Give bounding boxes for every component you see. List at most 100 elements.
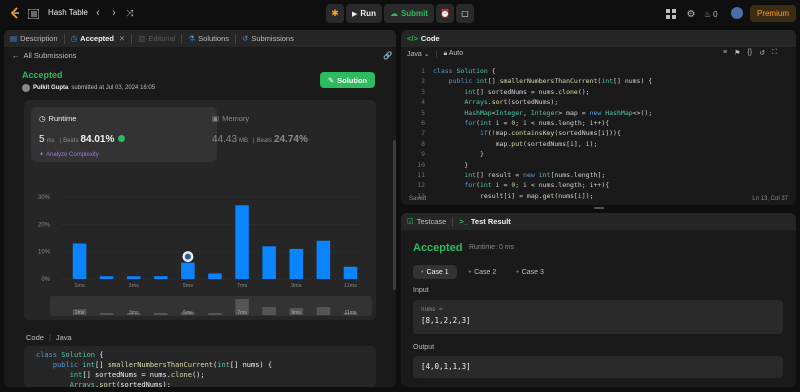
y-tick-label: 30% bbox=[38, 195, 51, 201]
code-line[interactable]: Arrays.sort(sortedNums); bbox=[36, 380, 364, 387]
mini-tick-label: 3ms bbox=[129, 310, 139, 316]
leetcode-logo-icon[interactable] bbox=[8, 6, 22, 20]
link-icon[interactable]: 🔗 bbox=[383, 51, 392, 60]
tab-code[interactable]: </> Code bbox=[401, 30, 446, 47]
output-label: Output bbox=[413, 344, 435, 351]
x-tick-label: 11ms bbox=[344, 283, 357, 289]
code-line[interactable]: int[] result = new int[nums.length]; bbox=[433, 170, 652, 180]
chart-bar bbox=[235, 205, 249, 279]
tab-label: Submissions bbox=[251, 34, 294, 43]
braces-icon[interactable]: {} bbox=[747, 49, 752, 57]
settings-icon[interactable]: ⚙ bbox=[685, 8, 697, 20]
code-line[interactable]: for(int i = 0; i < nums.length; i++){ bbox=[433, 118, 652, 128]
result-status: Accepted bbox=[413, 242, 463, 254]
cursor-position: Ln 13, Col 37 bbox=[752, 196, 788, 202]
code-line[interactable]: class Solution { bbox=[433, 66, 652, 76]
chevron-right-icon[interactable]: › bbox=[108, 7, 120, 19]
submit-button[interactable]: ☁ Submit bbox=[384, 4, 434, 23]
x-tick-label: 7ms bbox=[237, 283, 248, 289]
line-number: 9 bbox=[421, 150, 425, 159]
y-tick-label: 10% bbox=[38, 250, 51, 256]
x-tick-label: 9ms bbox=[291, 283, 302, 289]
description-icon: ▤ bbox=[10, 34, 18, 43]
code-line[interactable]: int[] sortedNums = nums.clone(); bbox=[433, 87, 652, 97]
bookmark-icon[interactable]: ⚑ bbox=[734, 49, 740, 57]
code-line[interactable]: result[i] = map.get(nums[i]); bbox=[433, 191, 652, 201]
resize-handle[interactable] bbox=[594, 207, 604, 209]
output-value: [4,0,1,1,3] bbox=[421, 362, 471, 371]
tab-testcase[interactable]: ☑ Testcase bbox=[401, 213, 452, 230]
tab-submissions[interactable]: ↺ Submissions bbox=[236, 30, 300, 47]
chart-bar bbox=[181, 262, 195, 279]
tab-solutions[interactable]: ⚗ Solutions bbox=[182, 30, 235, 47]
tab-accepted[interactable]: ◷ Accepted ✕ bbox=[65, 30, 132, 47]
code-line[interactable]: if(!map.containsKey(sortedNums[i])){ bbox=[433, 128, 652, 138]
line-number: 5 bbox=[421, 108, 425, 117]
auto-mode-toggle[interactable]: 🔒︎ Auto bbox=[443, 50, 463, 58]
chevron-left-icon[interactable]: ‹ bbox=[92, 7, 104, 19]
submitter-name[interactable]: Pulkit Gupta bbox=[33, 85, 68, 91]
notes-button[interactable]: ▢ bbox=[456, 4, 474, 23]
input-value: [8,1,2,2,3] bbox=[421, 316, 471, 325]
case-tab-1[interactable]: • Case 1 bbox=[413, 265, 457, 279]
x-tick-label: 1ms bbox=[74, 283, 85, 289]
code-line[interactable]: Arrays.sort(sortedNums); bbox=[433, 97, 652, 107]
run-button[interactable]: ▶ Run bbox=[346, 4, 382, 23]
code-line[interactable]: } bbox=[433, 160, 652, 170]
language-select[interactable]: Java ⌄ bbox=[407, 50, 430, 58]
problem-list-icon[interactable] bbox=[26, 7, 40, 21]
case-tab-3[interactable]: • Case 3 bbox=[508, 265, 552, 279]
code-line[interactable]: public int[] smallerNumbersThanCurrent(i… bbox=[36, 360, 364, 370]
code-editor-panel: </> Code Java ⌄ | 🔒︎ Auto ≡ ⚑ {} ↺ ⛶ 123… bbox=[401, 30, 796, 205]
submitted-code-block[interactable]: class Solution { public int[] smallerNum… bbox=[24, 346, 376, 387]
tab-label: Code bbox=[420, 34, 440, 43]
close-icon[interactable]: ✕ bbox=[119, 34, 125, 43]
chart-bar bbox=[343, 266, 358, 279]
tab-description[interactable]: ▤ Description bbox=[4, 30, 64, 47]
tab-test-result[interactable]: >_ Test Result bbox=[453, 213, 516, 230]
reset-icon[interactable]: ↺ bbox=[759, 49, 765, 57]
case-label: Case 3 bbox=[521, 268, 544, 276]
case-tab-2[interactable]: • Case 2 bbox=[461, 265, 505, 279]
code-editor[interactable]: 1 2 3 4 5 6 7 8 9 10 11 12 13 class Solution { publi… bbox=[401, 62, 796, 200]
terminal-icon: >_ bbox=[459, 217, 468, 226]
left-tab-bar: ▤ Description ◷ Accepted ✕ ▥ Editorial ⚗… bbox=[4, 30, 396, 47]
mini-bar bbox=[208, 313, 222, 315]
y-tick-label: 0% bbox=[41, 277, 50, 283]
avatar[interactable] bbox=[731, 7, 743, 19]
code-line[interactable]: class Solution { bbox=[36, 350, 364, 360]
tab-label: Test Result bbox=[470, 217, 511, 226]
code-tab-bar: </> Code bbox=[401, 30, 796, 47]
arrow-left-icon[interactable]: ← bbox=[12, 51, 20, 60]
shuffle-icon[interactable]: ⤨ bbox=[124, 7, 136, 19]
all-submissions-link[interactable]: All Submissions bbox=[24, 51, 77, 60]
case-label: Case 1 bbox=[426, 268, 449, 276]
lock-icon: 🔒︎ bbox=[443, 50, 448, 57]
code-line[interactable]: for(int i = 0; i < nums.length; i++){ bbox=[433, 180, 652, 190]
code-line[interactable]: HashMap<Integer, Integer> map = new Hash… bbox=[433, 108, 652, 118]
pass-dot-icon: • bbox=[516, 268, 519, 276]
solution-button[interactable]: ✎ Solution bbox=[320, 72, 375, 88]
runtime-distribution-chart[interactable]: 30% 20% 10% 0% 1ms 3ms 5ms 7ms 9ms 11ms 1ms 3ms 5ms 7… bbox=[24, 100, 376, 320]
code-line[interactable]: } bbox=[433, 149, 652, 159]
code-line[interactable]: int[] sortedNums = nums.clone(); bbox=[36, 370, 364, 380]
code-line[interactable]: public int[] smallerNumbersThanCurrent(i… bbox=[433, 76, 653, 86]
fullscreen-icon[interactable]: ⛶ bbox=[772, 49, 777, 57]
scrollbar[interactable] bbox=[393, 140, 396, 290]
layout-grid-icon[interactable] bbox=[665, 8, 677, 20]
format-icon[interactable]: ≡ bbox=[723, 49, 727, 57]
tab-editorial[interactable]: ▥ Editorial bbox=[132, 30, 181, 47]
code-brackets-icon: </> bbox=[407, 34, 418, 43]
code-lines[interactable]: class Solution { public int[] smallerNum… bbox=[433, 66, 652, 201]
line-number: 2 bbox=[421, 77, 425, 86]
saved-status: Saved bbox=[409, 196, 427, 202]
premium-button[interactable]: Premium bbox=[750, 5, 796, 22]
chart-bar bbox=[289, 248, 304, 279]
result-runtime: Runtime: 0 ms bbox=[469, 244, 515, 251]
problem-title[interactable]: Hash Table bbox=[48, 8, 88, 17]
debug-button[interactable]: ✱ bbox=[326, 4, 344, 23]
streak-counter[interactable]: ♨ 0 bbox=[704, 7, 718, 21]
user-avatar[interactable] bbox=[22, 84, 30, 92]
timer-button[interactable]: ⏰ bbox=[436, 4, 454, 23]
code-line[interactable]: map.put(sortedNums[i], i); bbox=[433, 139, 652, 149]
